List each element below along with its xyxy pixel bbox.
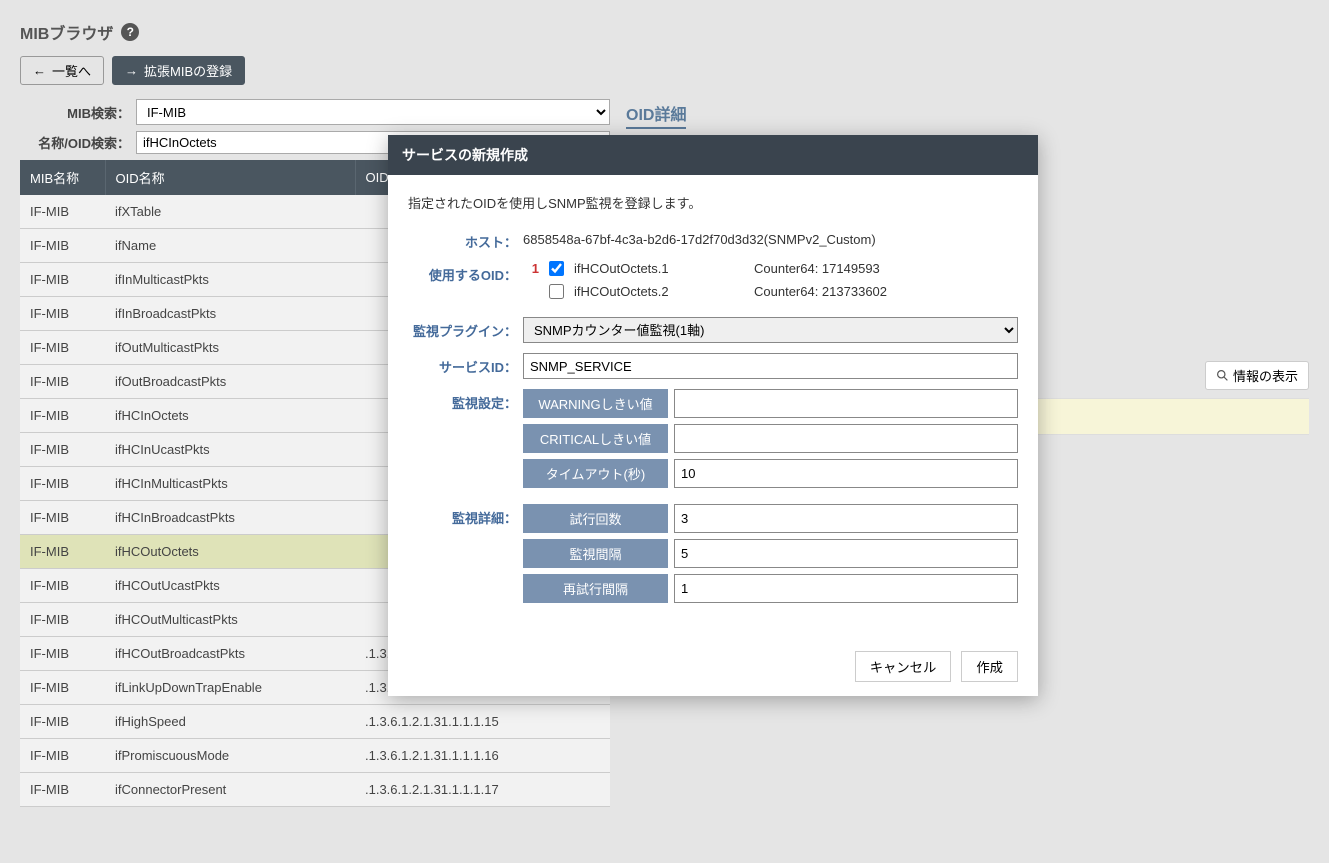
register-label: 拡張MIBの登録: [144, 61, 232, 80]
cell-mib: IF-MIB: [20, 739, 105, 773]
cell-mib: IF-MIB: [20, 773, 105, 807]
interval-label: 監視間隔: [523, 539, 668, 568]
oid-counter-value: Counter64: 17149593: [754, 261, 880, 276]
cell-mib: IF-MIB: [20, 637, 105, 671]
oid-option-row: 1 ifHCOutOctets.1 Counter64: 17149593: [523, 261, 1018, 276]
host-label: ホスト：: [408, 228, 523, 251]
oid-checkbox[interactable]: [549, 261, 564, 276]
cell-oid-name: ifHCOutUcastPkts: [105, 569, 355, 603]
cell-oid-name: ifName: [105, 229, 355, 263]
cell-mib: IF-MIB: [20, 569, 105, 603]
cell-oid-name: ifXTable: [105, 195, 355, 229]
interval-input[interactable]: [674, 539, 1018, 568]
cell-oid-name: ifHCOutBroadcastPkts: [105, 637, 355, 671]
cell-mib: IF-MIB: [20, 229, 105, 263]
cell-oid-name: ifOutMulticastPkts: [105, 331, 355, 365]
arrow-left-icon: ←: [33, 63, 46, 78]
plugin-label: 監視プラグイン：: [408, 317, 523, 340]
service-id-input[interactable]: [523, 353, 1018, 379]
col-mib-name: MIB名称: [20, 160, 105, 195]
critical-threshold-label: CRITICALしきい値: [523, 424, 668, 453]
modal-description: 指定されたOIDを使用しSNMP監視を登録します。: [408, 193, 1018, 212]
name-oid-search-label: 名称/OID検索：: [20, 133, 130, 152]
show-info-label: 情報の表示: [1233, 366, 1298, 385]
cell-oid-name: ifHCInBroadcastPkts: [105, 501, 355, 535]
oid-checkbox[interactable]: [549, 284, 564, 299]
plugin-select[interactable]: SNMPカウンター値監視(1軸): [523, 317, 1018, 343]
cell-mib: IF-MIB: [20, 365, 105, 399]
cell-oid-num: .1.3.6.1.2.1.31.1.1.1.17: [355, 773, 610, 807]
cell-oid-name: ifLinkUpDownTrapEnable: [105, 671, 355, 705]
timeout-label: タイムアウト(秒): [523, 459, 668, 488]
cell-mib: IF-MIB: [20, 535, 105, 569]
cell-oid-name: ifHCInOctets: [105, 399, 355, 433]
oid-option-row: ifHCOutOctets.2 Counter64: 213733602: [523, 284, 1018, 299]
cell-oid-name: ifHCOutMulticastPkts: [105, 603, 355, 637]
cell-oid-name: ifPromiscuousMode: [105, 739, 355, 773]
mib-search-select[interactable]: IF-MIB: [136, 99, 610, 125]
cell-mib: IF-MIB: [20, 331, 105, 365]
cell-mib: IF-MIB: [20, 399, 105, 433]
col-oid-name: OID名称: [105, 160, 355, 195]
service-id-label: サービスID：: [408, 353, 523, 376]
table-row[interactable]: IF-MIBifConnectorPresent.1.3.6.1.2.1.31.…: [20, 773, 610, 807]
oid-name: ifHCOutOctets.1: [574, 261, 744, 276]
cell-oid-name: ifConnectorPresent: [105, 773, 355, 807]
cell-mib: IF-MIB: [20, 467, 105, 501]
register-mib-button[interactable]: → 拡張MIBの登録: [112, 56, 245, 85]
arrow-right-icon: →: [125, 63, 138, 78]
cell-oid-name: ifHighSpeed: [105, 705, 355, 739]
monitor-settings-label: 監視設定：: [408, 389, 523, 412]
cancel-button[interactable]: キャンセル: [855, 651, 952, 682]
host-value: 6858548a-67bf-4c3a-b2d6-17d2f70d3d32(SNM…: [523, 228, 1018, 247]
cell-oid-name: ifOutBroadcastPkts: [105, 365, 355, 399]
table-row[interactable]: IF-MIBifHighSpeed.1.3.6.1.2.1.31.1.1.1.1…: [20, 705, 610, 739]
cell-mib: IF-MIB: [20, 501, 105, 535]
search-icon: [1216, 369, 1229, 382]
monitor-detail-label: 監視詳細：: [408, 504, 523, 527]
show-info-button[interactable]: 情報の表示: [1205, 361, 1309, 390]
warning-threshold-input[interactable]: [674, 389, 1018, 418]
timeout-input[interactable]: [674, 459, 1018, 488]
cell-oid-num: .1.3.6.1.2.1.31.1.1.1.16: [355, 739, 610, 773]
cell-oid-name: ifInBroadcastPkts: [105, 297, 355, 331]
oid-detail-title: OID詳細: [626, 101, 686, 129]
cell-mib: IF-MIB: [20, 297, 105, 331]
critical-threshold-input[interactable]: [674, 424, 1018, 453]
warning-threshold-label: WARNINGしきい値: [523, 389, 668, 418]
cell-oid-name: ifInMulticastPkts: [105, 263, 355, 297]
back-label: 一覧へ: [52, 61, 91, 80]
attempts-input[interactable]: [674, 504, 1018, 533]
cell-oid-name: ifHCInUcastPkts: [105, 433, 355, 467]
cell-oid-name: ifHCInMulticastPkts: [105, 467, 355, 501]
oid-counter-value: Counter64: 213733602: [754, 284, 887, 299]
cell-mib: IF-MIB: [20, 705, 105, 739]
cell-mib: IF-MIB: [20, 195, 105, 229]
oid-name: ifHCOutOctets.2: [574, 284, 744, 299]
cell-mib: IF-MIB: [20, 671, 105, 705]
help-icon[interactable]: ?: [121, 23, 139, 41]
back-to-list-button[interactable]: ← 一覧へ: [20, 56, 104, 85]
oid-index: 1: [523, 261, 539, 276]
create-button[interactable]: 作成: [961, 651, 1018, 682]
table-row[interactable]: IF-MIBifPromiscuousMode.1.3.6.1.2.1.31.1…: [20, 739, 610, 773]
mib-search-label: MIB検索：: [20, 103, 130, 122]
retry-interval-input[interactable]: [674, 574, 1018, 603]
cell-oid-name: ifHCOutOctets: [105, 535, 355, 569]
cell-mib: IF-MIB: [20, 263, 105, 297]
cell-mib: IF-MIB: [20, 603, 105, 637]
page-title: MIBブラウザ: [20, 20, 113, 44]
modal-title: サービスの新規作成: [388, 135, 1038, 175]
use-oid-label: 使用するOID：: [408, 261, 523, 284]
attempts-label: 試行回数: [523, 504, 668, 533]
cell-mib: IF-MIB: [20, 433, 105, 467]
retry-interval-label: 再試行間隔: [523, 574, 668, 603]
cell-oid-num: .1.3.6.1.2.1.31.1.1.1.15: [355, 705, 610, 739]
service-create-modal: サービスの新規作成 指定されたOIDを使用しSNMP監視を登録します。 ホスト：…: [388, 135, 1038, 696]
